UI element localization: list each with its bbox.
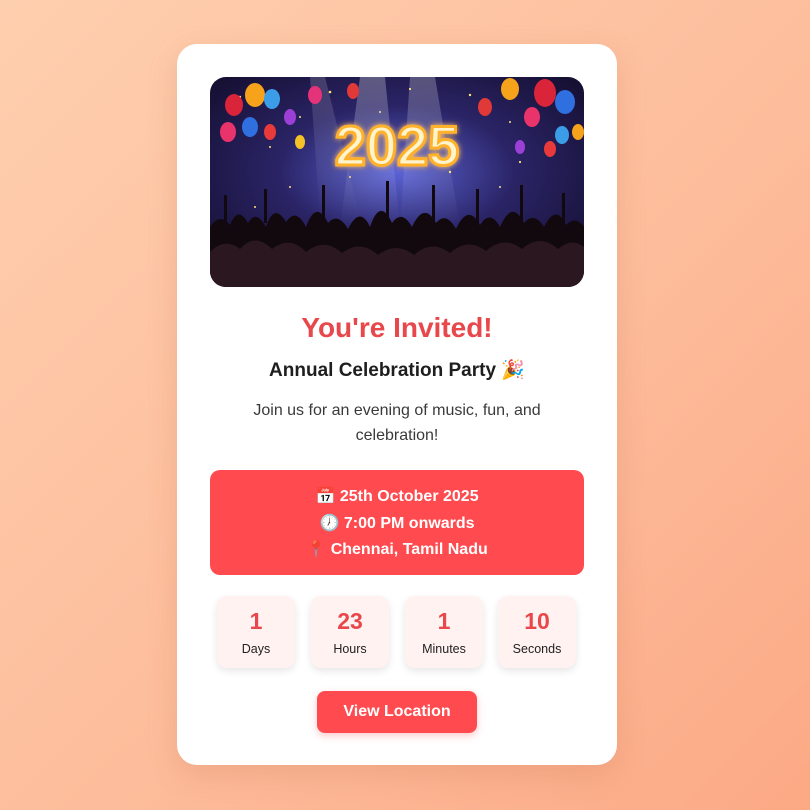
countdown-seconds-value: 10 xyxy=(524,608,550,634)
event-time-text: 7:00 PM onwards xyxy=(343,514,475,532)
countdown-hours-label: Hours xyxy=(333,642,367,656)
hero-banner-text: 2025 xyxy=(335,114,460,177)
invite-title: You're Invited! xyxy=(301,312,493,343)
countdown-hours-value: 23 xyxy=(337,608,363,634)
event-location-text: Chennai, Tamil Nadu xyxy=(330,541,488,558)
hero-image: 2025 xyxy=(210,77,584,287)
event-details-box: 📅 25th October 2025 🕖 7:00 PM onwards 📍 … xyxy=(210,470,584,575)
calendar-icon: 📅 xyxy=(315,488,336,505)
countdown-hours: 23 Hours xyxy=(311,596,389,668)
pin-icon: 📍 xyxy=(306,541,327,558)
countdown-days-label: Days xyxy=(241,642,271,656)
view-location-button[interactable]: View Location xyxy=(317,691,477,733)
countdown-seconds: 10 Seconds xyxy=(498,596,576,668)
countdown-seconds-label: Seconds xyxy=(512,642,562,656)
event-description: Join us for an evening of music, fun, an… xyxy=(253,402,541,444)
event-date: 📅 25th October 2025 xyxy=(210,484,584,511)
countdown: 1 Days 23 Hours 1 Minutes 10 Seconds xyxy=(217,596,577,668)
countdown-days: 1 Days xyxy=(217,596,295,668)
clock-icon: 🕖 xyxy=(319,514,340,532)
event-location: 📍 Chennai, Tamil Nadu xyxy=(210,537,584,564)
countdown-minutes: 1 Minutes xyxy=(405,596,483,668)
event-date-text: 25th October 2025 xyxy=(339,488,479,505)
event-name: Annual Celebration Party 🎉 xyxy=(269,360,525,381)
event-time: 🕖 7:00 PM onwards xyxy=(210,511,584,538)
invitation-card: 2025 You're Invited! Annual Celebration … xyxy=(177,44,617,765)
countdown-days-value: 1 xyxy=(249,608,263,634)
countdown-minutes-value: 1 xyxy=(437,608,451,634)
countdown-minutes-label: Minutes xyxy=(422,642,466,656)
